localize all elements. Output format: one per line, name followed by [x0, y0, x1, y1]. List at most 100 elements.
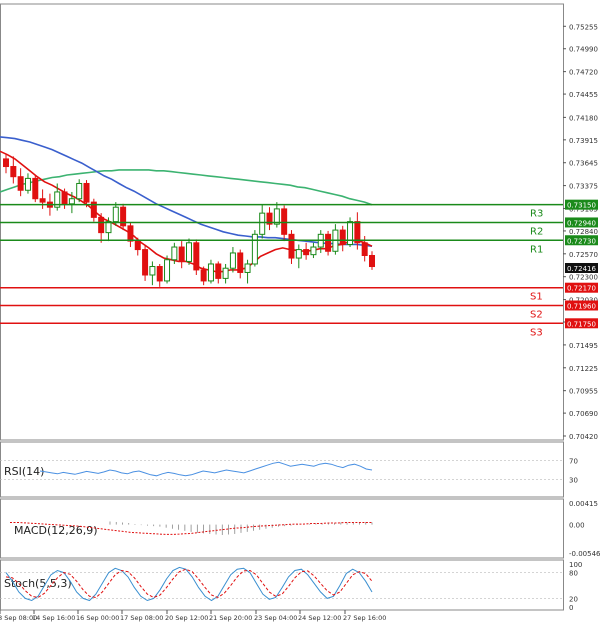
rsi-line [39, 461, 373, 477]
level-price-label: 0.73150 [567, 202, 596, 210]
rsi-tick-label: 30 [569, 477, 578, 485]
candle-bear [237, 252, 244, 273]
price-tick-label: 0.74720 [569, 69, 598, 77]
candle-bull [68, 198, 75, 205]
pivot-levels: 0.73150 R3 0.72940 R2 0.72730 R1 0.72170 S1 0.71… [0, 199, 598, 338]
candle-bull [171, 246, 178, 261]
candle-bull [164, 259, 171, 282]
chart-canvas: 0.75255 0.74990 0.74720 0.74455 0.74180 0.739… [0, 3, 600, 622]
time-tick-label: 27 Sep 16:00 [343, 614, 386, 622]
level-name-r3: R3 [530, 209, 543, 220]
panel-frame-stoch [0, 559, 564, 611]
time-tick-label: 16 Sep 00:00 [76, 614, 119, 622]
candle-bull [24, 177, 31, 191]
candle-bear [83, 182, 90, 203]
rsi-tick-label: 70 [569, 457, 578, 465]
candle-bear [288, 233, 295, 259]
current-price-marker: 0.72416 [565, 263, 598, 273]
candle-bear [156, 266, 163, 282]
level-price-label: 0.71960 [567, 303, 596, 311]
stoch-tick-label: 100 [569, 561, 582, 569]
candle-bull [251, 233, 258, 265]
candle-bull [222, 267, 229, 279]
price-tick-label: 0.71495 [569, 342, 598, 350]
candle-bear [339, 229, 346, 245]
price-tick-label: 0.72840 [569, 228, 598, 236]
candle-bear [142, 249, 149, 276]
candle-bull [310, 246, 317, 256]
macd-title: MACD(12,26,9) [14, 524, 98, 537]
stoch-tick-label: 0 [569, 604, 573, 612]
stoch-tick-label: 80 [569, 570, 578, 578]
candle-bull [149, 266, 156, 276]
macd-panel: MACD(12,26,9) 0.00415 0.00 -0.005469 [10, 500, 600, 558]
candle-bull [229, 252, 236, 269]
price-tick-label: 0.74455 [569, 91, 598, 99]
candle-bear [215, 263, 222, 279]
price-tick-label: 0.71225 [569, 365, 598, 373]
price-tick-label: 0.72570 [569, 251, 598, 259]
candle-bear [32, 177, 39, 200]
candle-bear [10, 166, 17, 178]
price-y-axis: 0.75255 0.74990 0.74720 0.74455 0.74180 0.739… [563, 23, 598, 441]
panel-frames [0, 3, 564, 611]
candle-bull [259, 212, 266, 235]
price-tick-label: 0.74990 [569, 46, 598, 54]
price-tick-label: 0.73915 [569, 137, 598, 145]
candle-bear [98, 216, 105, 234]
candle-bear [39, 198, 46, 203]
candle-bull [105, 221, 112, 234]
macd-tick-label: 0.00415 [569, 500, 598, 508]
candle-bear [361, 242, 368, 257]
price-tick-label: 0.74180 [569, 114, 598, 122]
rsi-panel: RSI(14) 70 30 [0, 457, 578, 485]
candle-bull [186, 242, 192, 262]
candle-bear [127, 225, 134, 242]
time-x-axis: 8 Sep 08:0014 Sep 16:00 16 Sep 00:00 17 Se… [0, 610, 386, 622]
candle-bull [207, 263, 214, 282]
candle-bear [17, 176, 24, 191]
price-tick-label: 0.73375 [569, 183, 598, 191]
level-name-s2: S2 [530, 310, 543, 321]
level-name-r2: R2 [530, 226, 543, 237]
candle-bull [112, 206, 119, 223]
stoch-panel: Stoch(5,5,3) 10080200 [0, 561, 582, 612]
time-tick-label: 20 Sep 12:00 [165, 614, 208, 622]
price-tick-label: 0.75255 [569, 23, 598, 31]
macd-tick-label: -0.005469 [569, 550, 600, 558]
candle-bear [369, 255, 375, 268]
candle-bear [200, 269, 207, 282]
price-tick-label: 0.70955 [569, 388, 598, 396]
rsi-title: RSI(14) [4, 465, 44, 478]
current-price-label: 0.72416 [567, 265, 596, 273]
level-price-label: 0.72730 [567, 237, 596, 245]
candle-bear [303, 249, 310, 256]
candle-bull [76, 182, 83, 200]
price-tick-label: 0.70420 [569, 433, 598, 441]
candle-bull [295, 249, 302, 259]
candle-bear [3, 158, 9, 168]
panel-frame-rsi [0, 441, 564, 498]
candle-bear [193, 242, 200, 271]
level-name-s3: S3 [530, 327, 543, 338]
candle-bear [134, 240, 141, 251]
time-tick-label: 23 Sep 04:00 [254, 614, 297, 622]
candle-bear [281, 208, 288, 235]
candle-bear [61, 191, 68, 205]
time-tick-label: 21 Sep 20:00 [209, 614, 252, 622]
time-tick-label: 17 Sep 08:00 [120, 614, 163, 622]
stoch-tick-label: 20 [569, 595, 578, 603]
level-price-label: 0.72170 [567, 285, 596, 293]
candle-bear [178, 246, 185, 262]
level-price-label: 0.71750 [567, 320, 596, 328]
candle-bull [244, 263, 251, 273]
price-tick-label: 0.72300 [569, 274, 598, 282]
time-tick-label: 24 Sep 12:00 [298, 614, 341, 622]
level-name-s1: S1 [530, 292, 543, 303]
macd-tick-label: 0.00 [569, 522, 585, 530]
price-tick-label: 0.73645 [569, 160, 598, 168]
level-price-label: 0.72940 [567, 219, 596, 227]
price-tick-label: 0.70690 [569, 410, 598, 418]
level-name-r1: R1 [530, 244, 543, 255]
candle-bear [325, 233, 332, 252]
